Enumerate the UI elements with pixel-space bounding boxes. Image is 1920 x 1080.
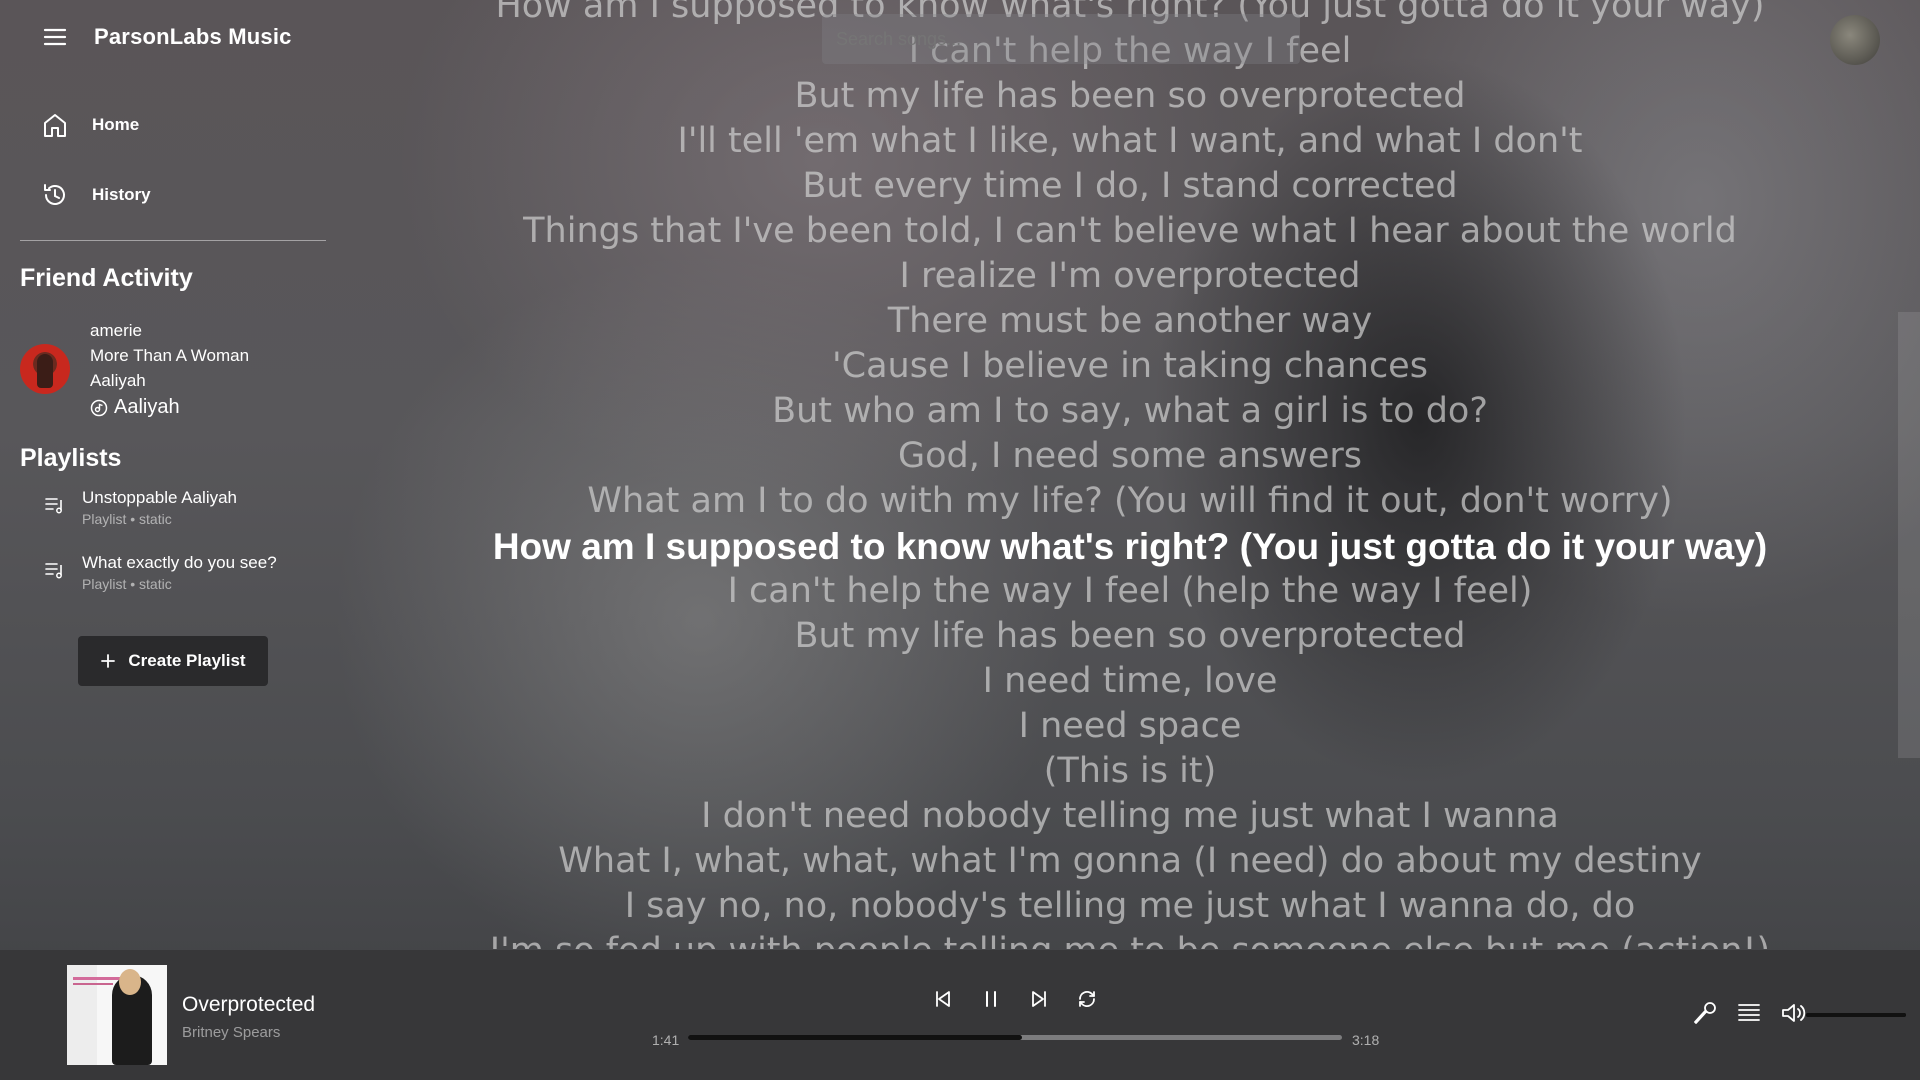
create-playlist-button[interactable]: Create Playlist xyxy=(78,636,268,686)
search-input[interactable] xyxy=(822,14,1300,64)
skip-back-icon xyxy=(936,991,950,1007)
lyric-line[interactable]: I say no, no, nobody's telling me just w… xyxy=(380,884,1880,929)
nav: Home History xyxy=(40,106,151,246)
lyric-line[interactable]: What am I to do with my life? (You will … xyxy=(380,479,1880,524)
total-duration: 3:18 xyxy=(1352,1032,1380,1048)
friend-username: amerie xyxy=(90,321,142,340)
queue-button[interactable] xyxy=(1734,998,1764,1028)
friend-song[interactable]: More Than A Woman xyxy=(90,343,249,368)
sidebar-divider xyxy=(20,240,326,241)
repeat-button[interactable] xyxy=(1074,986,1100,1012)
friend-artist: Aaliyah xyxy=(114,396,180,418)
queue-icon xyxy=(1738,1004,1760,1021)
now-playing-title: Overprotected xyxy=(182,993,316,1016)
scrollbar[interactable] xyxy=(1898,312,1920,758)
app-title: ParsonLabs Music xyxy=(94,24,292,49)
volume-icon xyxy=(1782,1004,1806,1022)
user-avatar[interactable] xyxy=(1830,15,1880,65)
lyric-line[interactable]: I realize I'm overprotected xyxy=(380,254,1880,299)
lyric-line-active[interactable]: How am I supposed to know what's right? … xyxy=(380,524,1880,569)
playlist-meta: Playlist • static xyxy=(82,511,172,527)
create-playlist-label: Create Playlist xyxy=(128,651,246,670)
playlist-item[interactable]: What exactly do you see? Playlist • stat… xyxy=(44,553,277,592)
lyric-line[interactable]: I need space xyxy=(380,704,1880,749)
lyrics-panel: How am I supposed to know what's right? … xyxy=(380,0,1880,949)
friend-activity-title: Friend Activity xyxy=(20,264,193,292)
playlist-item[interactable]: Unstoppable Aaliyah Playlist • static xyxy=(44,488,237,527)
playback-controls xyxy=(930,986,1100,1012)
pause-icon xyxy=(986,991,996,1007)
playlist-name: Unstoppable Aaliyah xyxy=(82,488,238,507)
lyrics-button[interactable] xyxy=(1690,998,1720,1028)
volume-slider[interactable] xyxy=(1806,1013,1906,1017)
lyric-line[interactable]: 'Cause I believe in taking chances xyxy=(380,344,1880,389)
nav-item-label: Home xyxy=(92,115,140,134)
playlist-icon xyxy=(44,494,66,516)
history-icon xyxy=(40,180,70,210)
lyric-line[interactable]: (This is it) xyxy=(380,749,1880,794)
lyric-line[interactable]: But who am I to say, what a girl is to d… xyxy=(380,389,1880,434)
player-bar: Overprotected Britney Spears 1:41 3:18 xyxy=(0,950,1920,1080)
playlists-title: Playlists xyxy=(20,444,122,472)
album-art-text xyxy=(73,977,123,980)
friend-artist-line[interactable]: Aaliyah xyxy=(90,395,249,420)
friend-avatar xyxy=(20,344,70,394)
volume-button[interactable] xyxy=(1778,998,1808,1028)
pause-button[interactable] xyxy=(978,986,1004,1012)
progress-bar[interactable] xyxy=(688,1035,1342,1040)
repeat-icon xyxy=(1079,991,1095,1007)
home-icon xyxy=(40,110,70,140)
album-art-text xyxy=(73,983,113,985)
lyric-line[interactable]: I need time, love xyxy=(380,659,1880,704)
lyric-line[interactable]: I'll tell 'em what I like, what I want, … xyxy=(380,119,1880,164)
player-tools xyxy=(1690,998,1808,1028)
lyric-line[interactable]: But my life has been so overprotected xyxy=(380,74,1880,119)
friend-album[interactable]: Aaliyah xyxy=(90,368,249,393)
progress-fill xyxy=(688,1035,1022,1040)
menu-icon[interactable] xyxy=(40,22,70,52)
lyric-line[interactable]: I can't help the way I feel (help the wa… xyxy=(380,569,1880,614)
volume-fill xyxy=(1806,1013,1906,1017)
lyric-line[interactable]: There must be another way xyxy=(380,299,1880,344)
friend-details: amerie More Than A Woman Aaliyah Aaliyah xyxy=(90,318,249,420)
previous-button[interactable] xyxy=(930,986,956,1012)
lyric-line[interactable]: I don't need nobody telling me just what… xyxy=(380,794,1880,839)
sidebar: ParsonLabs Music Home History Friend Act… xyxy=(0,0,340,950)
lyric-line[interactable]: I'm so fed up with people telling me to … xyxy=(380,929,1880,949)
lyric-line[interactable]: But every time I do, I stand corrected xyxy=(380,164,1880,209)
playlist-meta: Playlist • static xyxy=(82,576,172,592)
nav-item-history[interactable]: History xyxy=(40,176,151,214)
elapsed-time: 1:41 xyxy=(652,1032,680,1048)
playlist-name: What exactly do you see? xyxy=(82,553,277,572)
now-playing-artist[interactable]: Britney Spears xyxy=(182,1024,280,1041)
lyric-line[interactable]: But my life has been so overprotected xyxy=(380,614,1880,659)
lyric-line[interactable]: Things that I've been told, I can't beli… xyxy=(380,209,1880,254)
next-button[interactable] xyxy=(1026,986,1052,1012)
album-art-figure xyxy=(119,969,141,995)
plus-icon xyxy=(100,653,116,669)
artist-icon xyxy=(90,399,108,417)
album-art[interactable] xyxy=(67,965,167,1065)
friend-item[interactable]: amerie More Than A Woman Aaliyah Aaliyah xyxy=(20,318,249,420)
lyric-line[interactable]: God, I need some answers xyxy=(380,434,1880,479)
skip-forward-icon xyxy=(1032,991,1046,1007)
nav-item-home[interactable]: Home xyxy=(40,106,151,144)
nav-item-label: History xyxy=(92,185,151,204)
playlist-icon xyxy=(44,559,66,581)
lyric-line[interactable]: What I, what, what, what I'm gonna (I ne… xyxy=(380,839,1880,884)
microphone-icon xyxy=(1694,1002,1716,1024)
brand: ParsonLabs Music xyxy=(40,22,292,52)
